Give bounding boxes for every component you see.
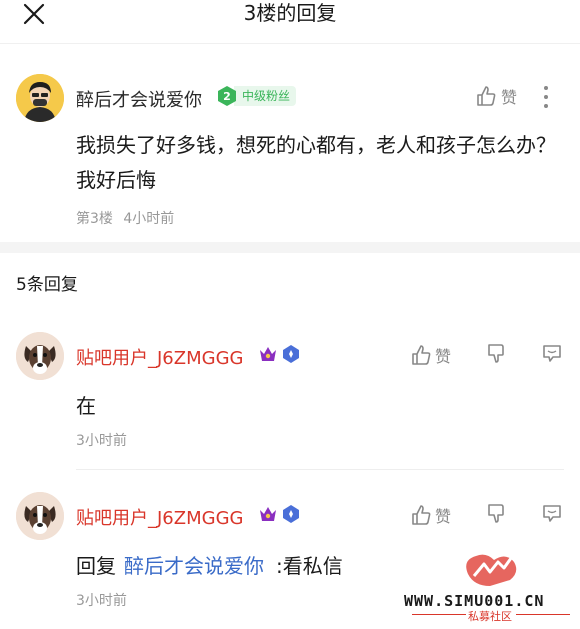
watermark-logo-icon [466, 552, 517, 586]
dislike-button[interactable] [485, 502, 507, 528]
fan-level-icon: 2 [216, 85, 238, 107]
comment-icon [543, 345, 561, 362]
level-badge-icon [283, 505, 299, 523]
avatar[interactable] [16, 332, 64, 380]
comment-button[interactable] [541, 342, 563, 368]
comment-button[interactable] [541, 502, 563, 528]
fan-badge: 2 中级粉丝 [216, 84, 297, 108]
reply-actions: 赞 [410, 342, 563, 368]
like-button[interactable]: 赞 [410, 503, 451, 527]
reply-username[interactable]: 贴吧用户_J6ZMGGG [76, 504, 243, 530]
level-badge-icon [283, 345, 299, 363]
reply-item: 贴吧用户_J6ZMGGG 赞 在 3小时前 [0, 330, 580, 480]
divider [76, 469, 564, 470]
thumbs-down-icon [488, 344, 504, 363]
floor-number: 第3楼 [76, 211, 113, 227]
fan-label: 中级粉丝 [234, 86, 297, 106]
comment-icon [543, 505, 561, 522]
like-button[interactable]: 赞 [410, 343, 451, 367]
watermark: WWW.SIMU001.CN 私募社区 [404, 546, 576, 626]
thumbs-up-icon [412, 345, 431, 365]
like-button[interactable]: 赞 [475, 84, 517, 108]
user-badges [258, 504, 301, 524]
mention-link[interactable]: 醉后才会说爱你 [124, 554, 264, 578]
more-options-icon[interactable] [536, 84, 556, 110]
post-content: 我损失了好多钱，想死的心都有，老人和孩子怎么办？我好后悔 [76, 133, 556, 192]
watermark-subtitle: 私募社区 [468, 610, 512, 623]
top-bar: 3楼的回复 [0, 0, 580, 44]
reply-content: 回复 醉后才会说爱你 :看私信 [76, 550, 343, 579]
reply-username[interactable]: 贴吧用户_J6ZMGGG [76, 344, 243, 370]
reply-prefix: 回复 [76, 554, 116, 578]
avatar[interactable] [16, 492, 64, 540]
reply-body: :看私信 [276, 554, 343, 578]
reply-content: 在 [76, 394, 96, 418]
reply-actions: 赞 [410, 502, 563, 528]
thumbs-up-icon [477, 86, 496, 106]
dislike-button[interactable] [485, 342, 507, 368]
page-title: 3楼的回复 [243, 1, 337, 25]
main-post: 醉后才会说爱你 2 中级粉丝 赞 我损失了好多钱，想死的心都有，老人和孩子怎么办… [0, 44, 580, 242]
crown-icon [260, 347, 276, 361]
post-meta: 第3楼 4小时前 [76, 208, 174, 228]
crown-icon [260, 507, 276, 521]
reply-time: 3小时前 [76, 593, 127, 609]
thumbs-up-icon [412, 505, 431, 525]
thumbs-down-icon [488, 504, 504, 523]
post-username[interactable]: 醉后才会说爱你 [76, 86, 202, 112]
reply-time: 3小时前 [76, 433, 127, 449]
section-divider [0, 242, 580, 253]
post-time: 4小时前 [123, 211, 175, 227]
reply-count: 5条回复 [16, 275, 78, 295]
avatar[interactable] [16, 74, 64, 122]
user-badges [258, 344, 301, 364]
